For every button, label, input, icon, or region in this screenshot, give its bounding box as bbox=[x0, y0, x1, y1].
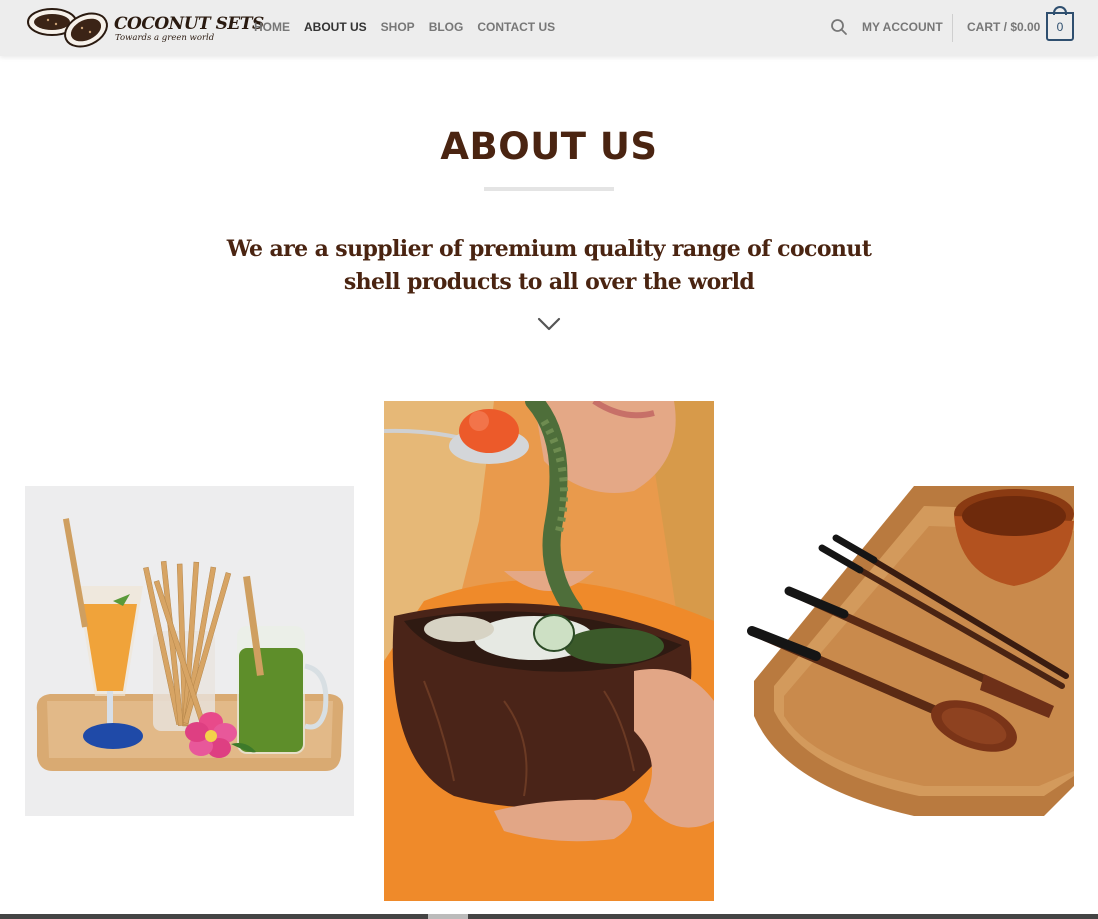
bottom-bar-segment bbox=[428, 914, 468, 919]
nav-shop[interactable]: SHOP bbox=[381, 20, 415, 34]
cart-count-badge[interactable]: 0 bbox=[1046, 12, 1074, 41]
nav-home[interactable]: HOME bbox=[254, 20, 290, 34]
nav-contact-us[interactable]: CONTACT US bbox=[477, 20, 555, 34]
header-divider bbox=[952, 14, 953, 42]
brand-name: COCONUT SETS bbox=[114, 14, 264, 34]
wooden-utensils-photo[interactable] bbox=[744, 486, 1074, 816]
site-header: COCONUT SETS Towards a green world HOME … bbox=[0, 0, 1098, 56]
cart-link[interactable]: CART / $0.00 bbox=[967, 20, 1040, 34]
bottom-bar bbox=[0, 914, 1098, 919]
search-icon[interactable] bbox=[830, 18, 848, 36]
chevron-down-icon[interactable] bbox=[537, 316, 561, 332]
nav-about-us[interactable]: ABOUT US bbox=[304, 20, 367, 34]
coconut-bowl-photo[interactable] bbox=[384, 401, 714, 901]
bamboo-straws-photo[interactable] bbox=[25, 486, 354, 816]
my-account-link[interactable]: MY ACCOUNT bbox=[862, 20, 943, 34]
logo[interactable]: COCONUT SETS Towards a green world bbox=[26, 4, 264, 52]
brand-tagline: Towards a green world bbox=[115, 33, 215, 43]
nav-blog[interactable]: BLOG bbox=[429, 20, 464, 34]
page-subtitle: We are a supplier of premium quality ran… bbox=[226, 236, 872, 295]
title-underline bbox=[484, 187, 614, 191]
page-title: ABOUT US bbox=[440, 125, 658, 168]
coconut-logo-icon bbox=[27, 8, 108, 48]
main-nav: HOME ABOUT US SHOP BLOG CONTACT US bbox=[254, 20, 555, 34]
